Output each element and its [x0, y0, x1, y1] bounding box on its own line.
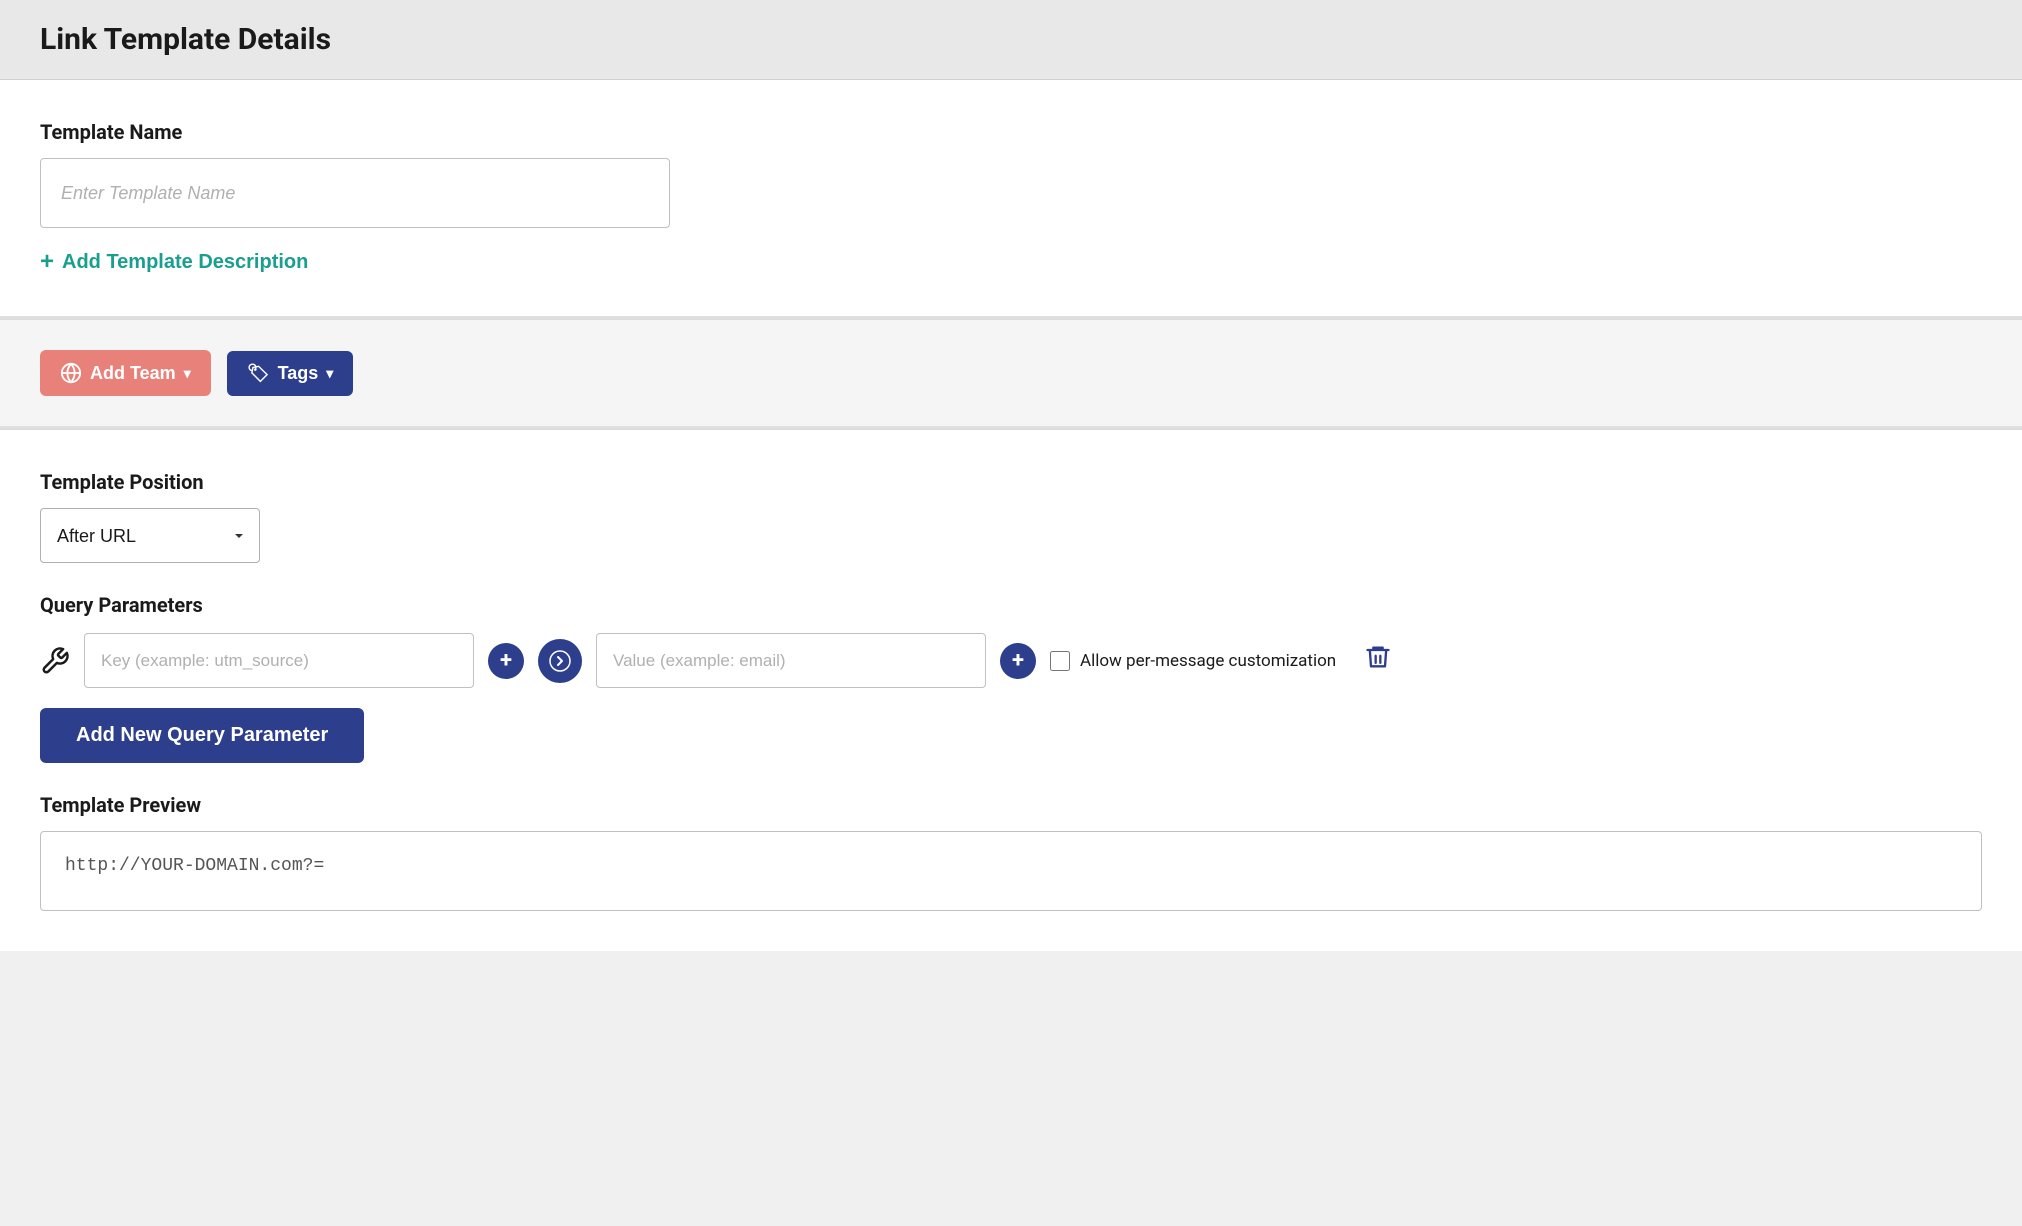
arrow-right-icon [538, 639, 582, 683]
section-template-name: Template Name + Add Template Description [0, 80, 2022, 318]
add-team-label: Add Team [90, 363, 176, 384]
value-input[interactable] [596, 633, 986, 688]
tag-icon: 🏷 [247, 363, 270, 384]
page-title: Link Template Details [40, 22, 1982, 57]
tags-label: Tags [278, 363, 319, 384]
header: Link Template Details [0, 0, 2022, 80]
globe-icon [60, 362, 82, 384]
chevron-down-icon: ▾ [184, 365, 191, 382]
page-container: Link Template Details Template Name + Ad… [0, 0, 2022, 951]
template-name-label: Template Name [40, 120, 1982, 144]
template-preview-label: Template Preview [40, 793, 1982, 817]
template-position-label: Template Position [40, 470, 1982, 494]
key-input[interactable] [84, 633, 474, 688]
key-plus-button[interactable]: + [488, 643, 524, 679]
query-params-row: + + Allow per-message customization [40, 633, 1982, 688]
add-description-label: Add Template Description [62, 251, 308, 274]
add-query-param-button[interactable]: Add New Query Parameter [40, 708, 364, 763]
add-description-button[interactable]: + Add Template Description [40, 248, 308, 276]
allow-customization-label: Allow per-message customization [1080, 651, 1336, 671]
team-tags-row: Add Team ▾ 🏷 Tags ▾ [40, 350, 1982, 396]
wrench-icon [40, 646, 70, 676]
value-plus-button[interactable]: + [1000, 643, 1036, 679]
template-preview-box: http://YOUR-DOMAIN.com?= [40, 831, 1982, 911]
allow-customization-checkbox[interactable] [1050, 651, 1070, 671]
plus-icon: + [40, 248, 54, 276]
delete-row-button[interactable] [1364, 643, 1392, 678]
section-team-tags: Add Team ▾ 🏷 Tags ▾ [0, 320, 2022, 428]
tags-chevron-icon: ▾ [326, 365, 333, 382]
section-main: Template Position After URL Before URL C… [0, 430, 2022, 951]
allow-customization-container: Allow per-message customization [1050, 651, 1336, 671]
query-params-label: Query Parameters [40, 593, 1982, 617]
tags-button[interactable]: 🏷 Tags ▾ [227, 351, 354, 396]
template-name-input[interactable] [40, 158, 670, 228]
add-team-button[interactable]: Add Team ▾ [40, 350, 211, 396]
position-select[interactable]: After URL Before URL Custom [40, 508, 260, 563]
